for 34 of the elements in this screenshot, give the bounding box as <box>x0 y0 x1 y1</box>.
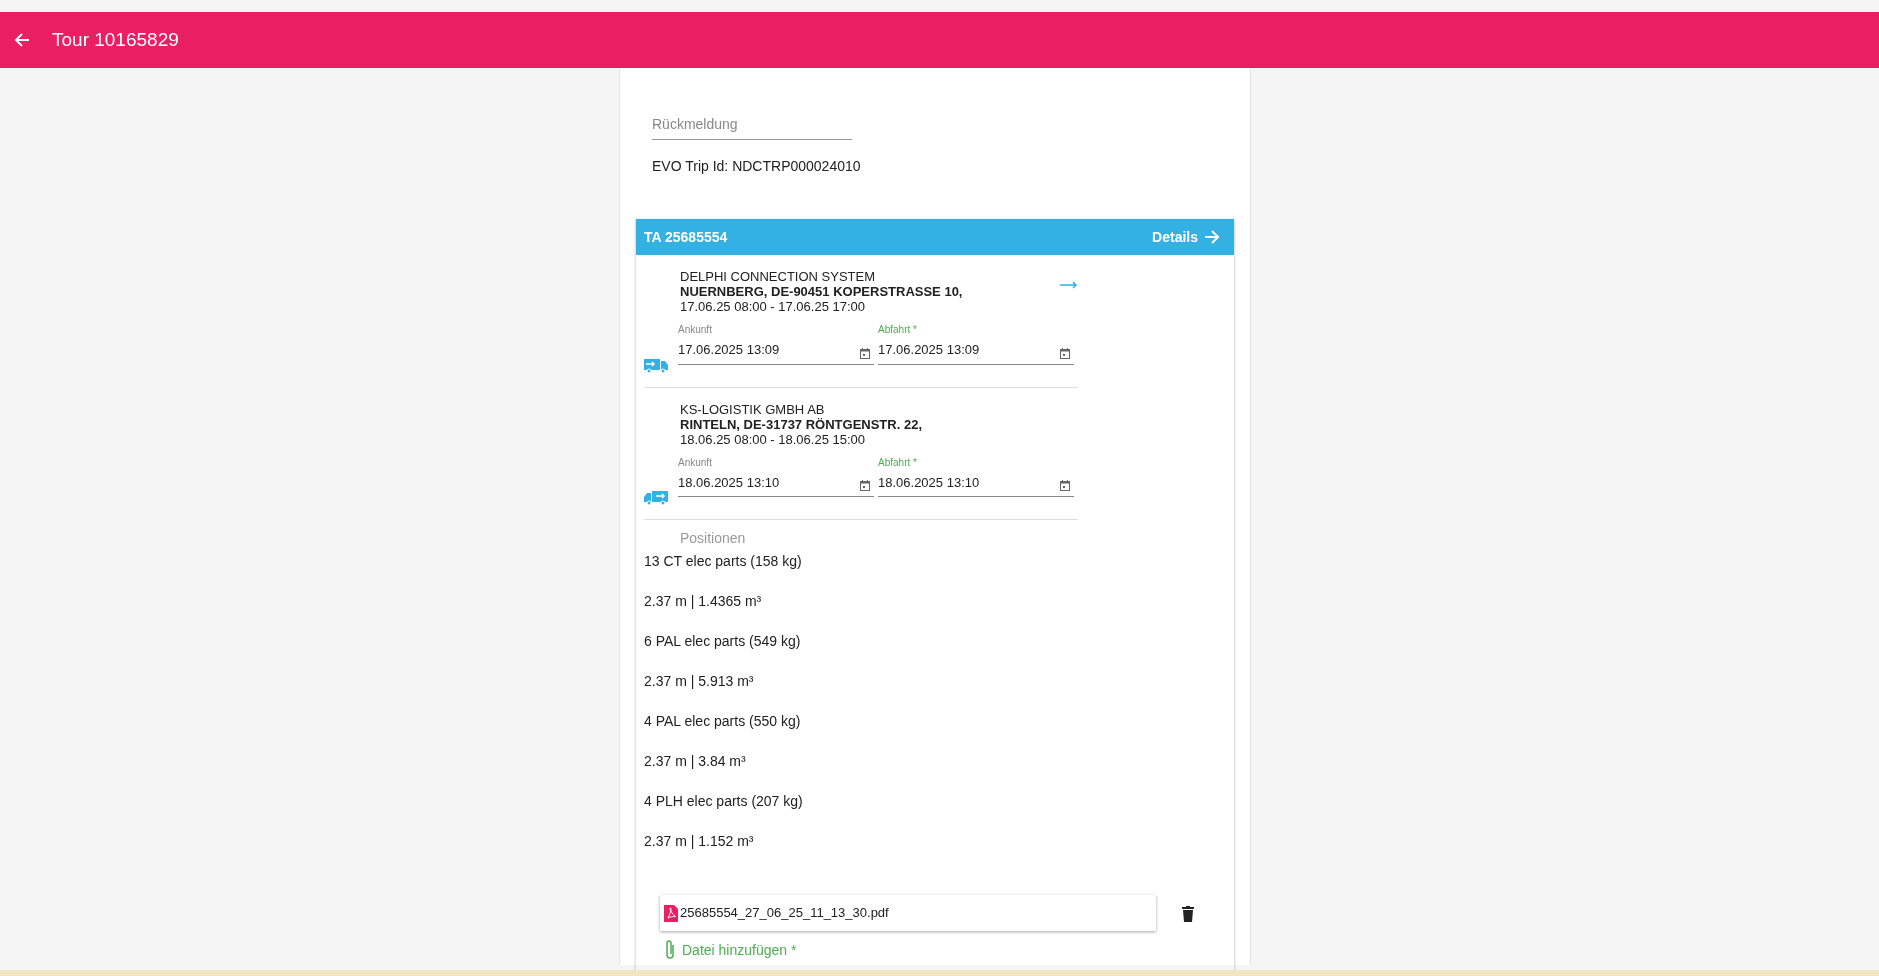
date-field[interactable]: Ankunft 17.06.2025 13:09 <box>678 322 874 365</box>
position-text: 2.37 m | 5.913 m³ <box>644 673 754 689</box>
position-text: 2.37 m | 1.152 m³ <box>644 833 754 849</box>
stop-name: DELPHI CONNECTION SYSTEM <box>680 269 876 284</box>
calendar-icon[interactable] <box>860 347 870 359</box>
truck-icon <box>644 488 668 505</box>
position-text: 4 PLH elec parts (207 kg) <box>644 793 803 809</box>
attachment-item[interactable]: 25685554_27_06_25_11_13_30.pdf <box>660 895 1156 931</box>
paperclip-icon <box>664 939 676 961</box>
section-label: Positionen <box>680 529 747 548</box>
position-text: 6 PAL elec parts (549 kg) <box>644 633 801 649</box>
stop-address: NUERNBERG, DE-90451 KOPERSTRASSE 10, <box>680 284 963 299</box>
stop-address: RINTELN, DE-31737 RÖNTGENSTR. 22, <box>680 416 922 432</box>
position-text: 2.37 m | 1.4365 m³ <box>644 593 762 609</box>
date-field[interactable]: Abfahrt * 17.06.2025 13:09 <box>878 322 1074 365</box>
pdf-icon <box>664 904 678 922</box>
app-bar-title: Tour 10165829 <box>52 28 179 52</box>
stop-name: KS-LOGISTIK GMBH AB <box>680 401 825 417</box>
arrow-icon <box>1204 229 1220 245</box>
position-text: 13 CT elec parts (158 kg) <box>644 553 802 569</box>
trash-icon <box>1182 905 1194 922</box>
calendar-icon[interactable] <box>860 480 870 491</box>
time-window: 18.06.25 08:00 - 18.06.25 15:00 <box>680 431 866 447</box>
position-text: 2.37 m | 3.84 m³ <box>644 753 746 769</box>
time-window: 17.06.25 08:00 - 17.06.25 17:00 <box>680 299 866 314</box>
calendar-icon[interactable] <box>1060 347 1070 359</box>
order-title: TA 25685554 <box>644 227 728 247</box>
position-text: 4 PAL elec parts (550 kg) <box>644 713 801 729</box>
trip-id-text: EVO Trip Id: NDCTRP000024010 <box>652 157 862 176</box>
date-field[interactable]: Abfahrt * 18.06.2025 13:10 <box>878 454 1074 497</box>
arrow-icon <box>1060 281 1078 289</box>
date-field[interactable]: Ankunft 18.06.2025 13:10 <box>678 454 874 497</box>
back-arrow-icon[interactable] <box>14 32 30 48</box>
calendar-icon[interactable] <box>1060 480 1070 491</box>
